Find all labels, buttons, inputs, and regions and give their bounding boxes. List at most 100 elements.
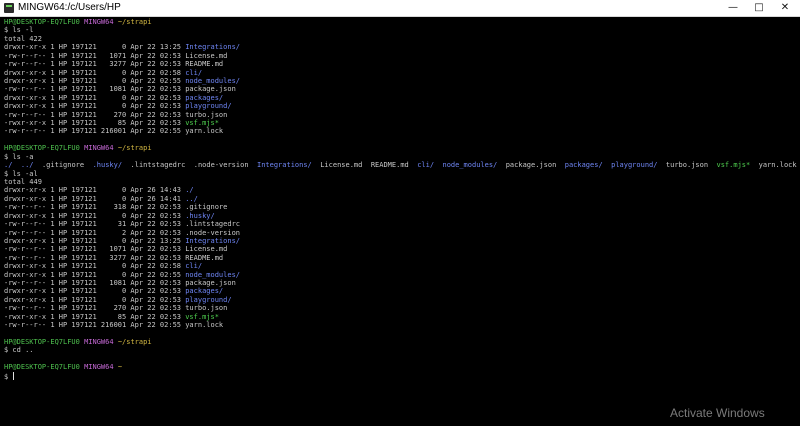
file-name: License.md	[185, 51, 228, 60]
listing-row: -rw-r--r-- 1 HP 197121 216001 Apr 22 02:…	[4, 321, 223, 330]
file-name: turbo.json	[185, 304, 228, 313]
command-line: $ cd ..	[4, 346, 34, 355]
prompt-system: MINGW64	[84, 18, 114, 26]
file-name: package.json	[505, 161, 557, 170]
file-name: package.json	[185, 85, 236, 94]
file-name: node_modules/	[442, 161, 498, 170]
file-name: .gitignore	[185, 203, 228, 212]
maximize-button[interactable]: □	[746, 0, 772, 17]
file-name: yarn.lock	[758, 161, 797, 170]
file-name: yarn.lock	[185, 321, 224, 330]
file-meta: -rw-r--r-- 1 HP 197121 1071 Apr 22 02:53	[4, 245, 186, 254]
file-meta: -rwxr-xr-x 1 HP 197121 85 Apr 22 02:53	[4, 119, 186, 128]
file-meta: drwxr-xr-x 1 HP 197121 0 Apr 22 02:58	[4, 262, 186, 271]
prompt-user: HP@DESKTOP-EQ7LFU0	[4, 18, 80, 26]
file-name: README.md	[185, 60, 224, 69]
close-button[interactable]: ✕	[772, 0, 798, 17]
file-meta: -rw-r--r-- 1 HP 197121 216001 Apr 22 02:…	[4, 321, 186, 330]
file-name: playground/	[611, 161, 658, 170]
file-name: .node-version	[185, 228, 241, 237]
file-name: playground/	[185, 102, 232, 111]
file-meta: -rw-r--r-- 1 HP 197121 1081 Apr 22 02:53	[4, 279, 186, 288]
prompt-line: HP@DESKTOP-EQ7LFU0 MINGW64 ~	[4, 363, 122, 372]
file-name: Integrations/	[256, 161, 312, 170]
file-name: README.md	[370, 161, 409, 170]
file-name: cli/	[185, 68, 203, 77]
listing-row: -rw-r--r-- 1 HP 197121 216001 Apr 22 02:…	[4, 127, 223, 136]
file-name: yarn.lock	[185, 127, 224, 136]
command-text: $ ls -l	[4, 26, 34, 35]
prompt-user: HP@DESKTOP-EQ7LFU0	[4, 363, 80, 372]
prompt-path: ~/strapi	[117, 337, 152, 346]
file-name: License.md	[320, 161, 363, 170]
command-line: $	[4, 371, 15, 381]
minimize-button[interactable]: —	[720, 0, 746, 17]
file-name: cli/	[417, 161, 435, 170]
file-meta: drwxr-xr-x 1 HP 197121 0 Apr 22 13:25	[4, 43, 186, 52]
file-name: .gitignore	[41, 161, 85, 170]
file-meta: drwxr-xr-x 1 HP 197121 0 Apr 22 02:58	[4, 68, 186, 77]
file-meta: -rw-r--r-- 1 HP 197121 270 Apr 22 02:53	[4, 304, 186, 313]
file-meta: drwxr-xr-x 1 HP 197121 0 Apr 22 02:53	[4, 295, 186, 304]
file-meta: drwxr-xr-x 1 HP 197121 0 Apr 26 14:43	[4, 186, 186, 195]
ls-a-output: ./ ../ .gitignore .husky/ .lintstagedrc …	[4, 161, 800, 170]
file-meta: -rw-r--r-- 1 HP 197121 1071 Apr 22 02:53	[4, 51, 186, 60]
title-bar: MINGW64:/c/Users/HP — □ ✕	[0, 0, 800, 17]
command-text: $ ls -a	[4, 152, 34, 161]
file-name: .husky/	[92, 161, 123, 170]
file-name: node_modules/	[185, 270, 241, 279]
total-text: total 422	[4, 34, 42, 43]
file-name: packages/	[185, 93, 224, 102]
prompt-system: MINGW64	[84, 337, 114, 346]
prompt-path: ~/strapi	[117, 18, 152, 26]
file-name: packages/	[185, 287, 224, 296]
file-name: Integrations/	[185, 236, 241, 245]
file-name: packages/	[564, 161, 603, 170]
file-meta: -rw-r--r-- 1 HP 197121 31 Apr 22 02:53	[4, 220, 186, 229]
prompt-path: ~/strapi	[117, 144, 152, 153]
file-meta: drwxr-xr-x 1 HP 197121 0 Apr 26 14:41	[4, 194, 186, 203]
file-name: node_modules/	[185, 76, 241, 85]
file-meta: drwxr-xr-x 1 HP 197121 0 Apr 22 02:53	[4, 102, 186, 111]
file-meta: -rwxr-xr-x 1 HP 197121 85 Apr 22 02:53	[4, 312, 186, 321]
file-name: vsf.mjs*	[185, 119, 219, 128]
file-meta: drwxr-xr-x 1 HP 197121 0 Apr 22 02:55	[4, 76, 186, 85]
file-name: ../	[20, 161, 34, 170]
file-meta: drwxr-xr-x 1 HP 197121 0 Apr 22 13:25	[4, 236, 186, 245]
file-name: cli/	[185, 262, 203, 271]
file-name: .husky/	[185, 211, 215, 220]
file-name: playground/	[185, 295, 232, 304]
file-meta: -rw-r--r-- 1 HP 197121 318 Apr 22 02:53	[4, 203, 186, 212]
file-meta: -rw-r--r-- 1 HP 197121 3277 Apr 22 02:53	[4, 253, 186, 262]
file-name: ./	[185, 186, 194, 195]
terminal-output[interactable]: HP@DESKTOP-EQ7LFU0 MINGW64 ~/strapi $ ls …	[1, 18, 800, 426]
file-name: .lintstagedrc	[185, 220, 241, 229]
file-name: turbo.json	[665, 161, 709, 170]
file-name: README.md	[185, 253, 224, 262]
file-name: ../	[185, 194, 198, 203]
file-name: License.md	[185, 245, 228, 254]
file-meta: drwxr-xr-x 1 HP 197121 0 Apr 22 02:53	[4, 93, 186, 102]
file-name: .lintstagedrc	[130, 161, 186, 170]
file-meta: -rw-r--r-- 1 HP 197121 3277 Apr 22 02:53	[4, 60, 186, 69]
prompt-path: ~	[117, 363, 123, 372]
file-name: vsf.mjs*	[185, 312, 219, 321]
file-name: turbo.json	[185, 110, 228, 119]
file-meta: drwxr-xr-x 1 HP 197121 0 Apr 22 02:55	[4, 270, 186, 279]
file-meta: -rw-r--r-- 1 HP 197121 1081 Apr 22 02:53	[4, 85, 186, 94]
file-name: vsf.mjs*	[716, 161, 751, 170]
terminal-app-icon	[4, 3, 14, 13]
command-text: $	[4, 372, 13, 381]
command-text: $ cd ..	[4, 346, 34, 355]
window-title: MINGW64:/c/Users/HP	[18, 2, 121, 13]
prompt-system: MINGW64	[84, 144, 114, 153]
file-meta: drwxr-xr-x 1 HP 197121 0 Apr 22 02:53	[4, 287, 186, 296]
file-name: package.json	[185, 279, 236, 288]
file-meta: drwxr-xr-x 1 HP 197121 0 Apr 22 02:53	[4, 211, 186, 220]
command-text: $ ls -al	[4, 169, 38, 178]
prompt-user: HP@DESKTOP-EQ7LFU0	[4, 144, 80, 153]
file-name: Integrations/	[185, 43, 241, 52]
activate-windows-watermark: Activate Windows	[670, 406, 765, 420]
file-name: ./	[4, 161, 13, 170]
file-meta: -rw-r--r-- 1 HP 197121 2 Apr 22 02:53	[4, 228, 186, 237]
